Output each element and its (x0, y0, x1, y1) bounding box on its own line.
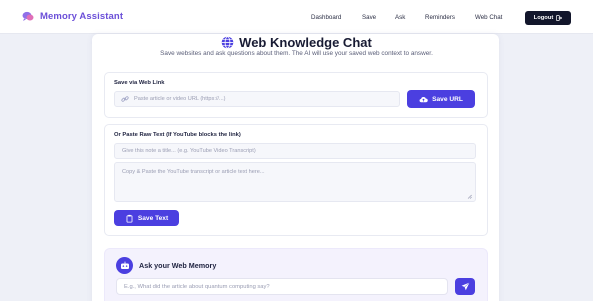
url-input-placeholder: Paste article or video URL (https://...) (134, 96, 226, 102)
page-title: Web Knowledge Chat (239, 34, 372, 50)
clipboard-icon (126, 214, 133, 223)
link-icon (121, 96, 129, 102)
note-body-textarea[interactable]: Copy & Paste the YouTube transcript or a… (114, 162, 476, 202)
resize-grip-icon[interactable] (467, 194, 472, 199)
logout-button[interactable]: Logout (525, 11, 571, 25)
paper-plane-icon (461, 282, 470, 291)
nav-link-web-chat[interactable]: Web Chat (475, 14, 502, 21)
question-input[interactable]: E.g., What did the article about quantum… (116, 278, 448, 295)
title-row: Web Knowledge Chat (0, 34, 593, 50)
cloud-upload-icon (419, 96, 428, 102)
chat-avatar (116, 257, 133, 274)
top-navbar: Memory Assistant Dashboard Save Ask Remi… (0, 0, 593, 34)
send-button[interactable] (455, 278, 475, 295)
globe-icon (221, 35, 234, 49)
nav-link-reminders[interactable]: Reminders (425, 14, 455, 21)
logout-label: Logout (533, 15, 554, 21)
save-link-label: Save via Web Link (114, 80, 165, 86)
nav-links: Dashboard Save Ask Reminders Web Chat (0, 14, 593, 24)
save-text-label: Save Text (137, 214, 169, 222)
save-url-label: Save URL (432, 95, 463, 103)
note-title-placeholder: Give this note a title... (e.g. YouTube … (122, 148, 256, 154)
logout-icon (556, 15, 563, 21)
ask-title: Ask your Web Memory (139, 261, 217, 270)
nav-link-save[interactable]: Save (362, 14, 376, 21)
page-subtitle: Save websites and ask questions about th… (160, 50, 433, 57)
nav-link-dashboard[interactable]: Dashboard (311, 14, 341, 21)
save-url-button[interactable]: Save URL (407, 90, 475, 108)
note-body-placeholder: Copy & Paste the YouTube transcript or a… (122, 169, 265, 175)
url-input[interactable]: Paste article or video URL (https://...) (114, 91, 400, 107)
nav-link-ask[interactable]: Ask (395, 14, 405, 21)
raw-text-label: Or Paste Raw Text (If YouTube blocks the… (114, 132, 241, 138)
robot-icon (120, 261, 129, 269)
save-text-button[interactable]: Save Text (114, 210, 179, 226)
note-title-input[interactable]: Give this note a title... (e.g. YouTube … (114, 143, 476, 159)
question-placeholder: E.g., What did the article about quantum… (124, 283, 270, 290)
